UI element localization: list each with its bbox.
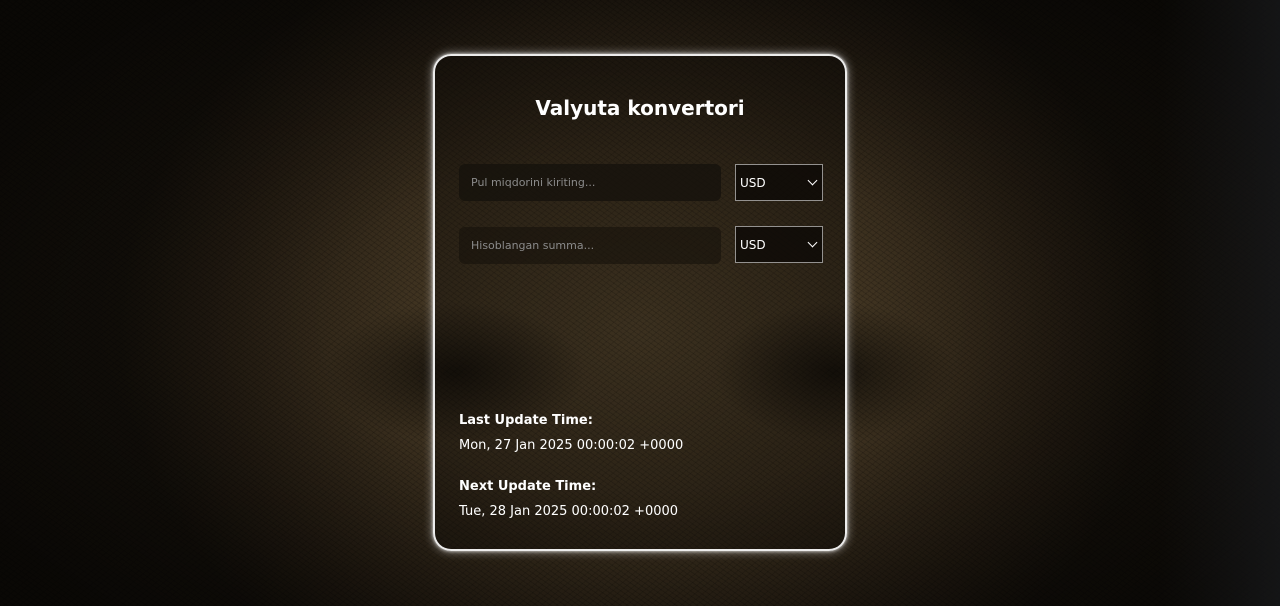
next-update-label: Next Update Time: — [459, 479, 597, 494]
last-update-label: Last Update Time: — [459, 413, 593, 428]
amount-input[interactable] — [459, 164, 721, 201]
result-field[interactable] — [459, 227, 721, 264]
from-currency-value: USD — [740, 175, 766, 190]
from-currency-select[interactable]: USD — [735, 164, 823, 201]
to-currency-value: USD — [740, 237, 766, 252]
chevron-down-icon — [807, 175, 818, 186]
chevron-down-icon — [807, 237, 818, 248]
last-update-value: Mon, 27 Jan 2025 00:00:02 +0000 — [459, 438, 684, 453]
background-edge — [1160, 0, 1280, 606]
to-currency-select[interactable]: USD — [735, 226, 823, 263]
page-title: Valyuta konvertori — [535, 96, 745, 120]
next-update-value: Tue, 28 Jan 2025 00:00:02 +0000 — [459, 504, 679, 519]
converter-card: Valyuta konvertori USD USD Last Update T… — [433, 54, 847, 551]
